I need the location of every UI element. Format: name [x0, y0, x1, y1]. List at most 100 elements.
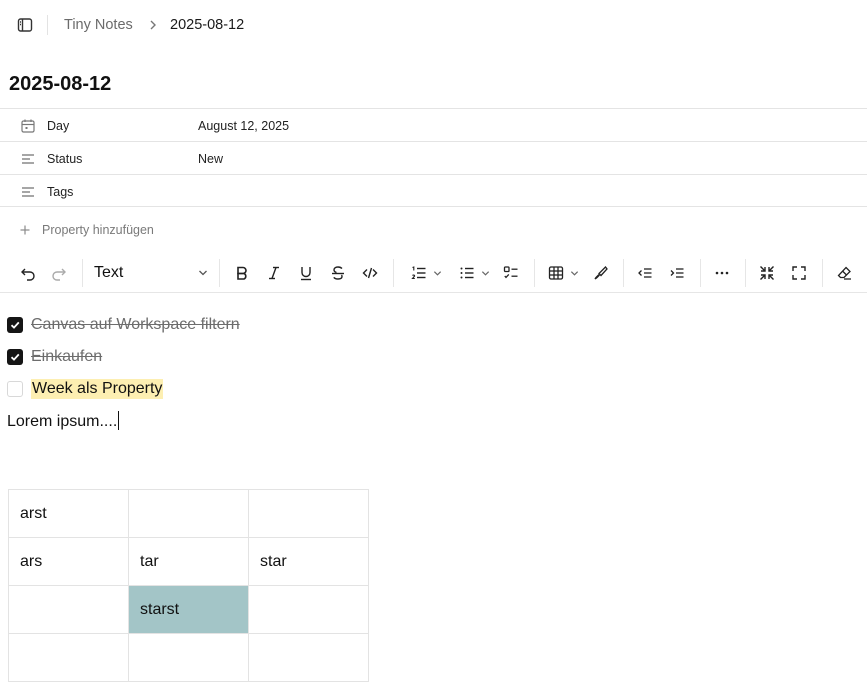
- table-button[interactable]: [545, 263, 581, 283]
- page-title[interactable]: 2025-08-12: [9, 72, 111, 96]
- indent-icon: [670, 268, 684, 278]
- chevron-down-icon: [433, 270, 441, 276]
- highlighter-button[interactable]: [591, 263, 611, 283]
- breadcrumb-current: 2025-08-12: [170, 17, 245, 33]
- paragraph-line[interactable]: Lorem ipsum....: [7, 411, 120, 432]
- table-cell[interactable]: [128, 633, 249, 682]
- table-cell[interactable]: [248, 585, 369, 634]
- table-cell[interactable]: arst: [8, 489, 129, 538]
- italic-icon: [269, 266, 279, 280]
- task-item: Canvas auf Workspace filtern: [7, 314, 240, 336]
- table-cell[interactable]: [248, 633, 369, 682]
- table-row: starst: [8, 585, 369, 634]
- property-label: Day: [47, 119, 70, 133]
- toolbar-divider: [700, 259, 701, 287]
- table-cell[interactable]: ars: [8, 537, 129, 586]
- calendar-icon: [21, 119, 35, 133]
- outdent-icon: [638, 268, 652, 278]
- bold-icon: [237, 266, 247, 280]
- strikethrough-button[interactable]: [328, 263, 348, 283]
- property-row-status[interactable]: Status New: [0, 141, 867, 174]
- table-cell[interactable]: [128, 489, 249, 538]
- clear-format-icon: [837, 266, 851, 280]
- plus-icon: [20, 225, 30, 235]
- undo-icon: [21, 268, 35, 281]
- undo-button[interactable]: [18, 263, 38, 283]
- bold-button[interactable]: [232, 263, 252, 283]
- property-label: Status: [47, 152, 83, 166]
- ordered-list-icon: [410, 266, 425, 280]
- task-checkbox-checked[interactable]: [7, 349, 23, 365]
- table-row: [8, 633, 369, 682]
- underline-icon: [301, 267, 311, 281]
- highlighter-icon: [594, 266, 608, 280]
- clear-format-button[interactable]: [834, 263, 854, 283]
- italic-button[interactable]: [264, 263, 284, 283]
- property-row-day[interactable]: Day August 12, 2025: [0, 108, 867, 141]
- property-label: Tags: [47, 185, 74, 199]
- add-property-button[interactable]: Property hinzufügen: [18, 221, 154, 239]
- property-row-tags[interactable]: Tags: [0, 174, 867, 207]
- bullet-list-button[interactable]: [454, 263, 494, 283]
- task-text-highlighted[interactable]: Week als Property: [31, 379, 164, 399]
- toolbar-divider: [623, 259, 624, 287]
- toolbar-divider: [82, 259, 83, 287]
- top-bar: Tiny Notes 2025-08-12: [0, 0, 867, 50]
- chevron-down-icon: [199, 270, 207, 276]
- content-table[interactable]: arst ars tar star starst: [8, 489, 369, 682]
- task-text[interactable]: Canvas auf Workspace filtern: [31, 315, 240, 335]
- code-icon: [362, 267, 378, 279]
- block-type-value: Text: [94, 264, 124, 281]
- task-text[interactable]: Einkaufen: [31, 347, 102, 367]
- underline-button[interactable]: [296, 263, 316, 283]
- table-cell[interactable]: tar: [128, 537, 249, 586]
- toolbar-divider: [219, 259, 220, 287]
- toolbar-divider: [745, 259, 746, 287]
- redo-icon: [52, 268, 66, 281]
- chevron-down-icon: [481, 270, 489, 276]
- topbar-divider: [47, 15, 48, 35]
- fullscreen-button[interactable]: [789, 263, 809, 283]
- paragraph-text: Lorem ipsum....: [7, 413, 118, 430]
- redo-button[interactable]: [49, 263, 69, 283]
- property-value[interactable]: August 12, 2025: [198, 119, 289, 133]
- collapse-button[interactable]: [757, 263, 777, 283]
- collapse-icon: [760, 266, 774, 280]
- strikethrough-icon: [332, 266, 344, 280]
- task-item: Einkaufen: [7, 346, 102, 368]
- indent-button[interactable]: [667, 263, 687, 283]
- task-list-icon: [503, 266, 518, 279]
- text-caret: [118, 411, 120, 430]
- chevron-right-icon: [150, 20, 156, 30]
- toolbar-divider: [534, 259, 535, 287]
- table-cell-selected[interactable]: starst: [128, 585, 249, 634]
- task-checkbox-checked[interactable]: [7, 317, 23, 333]
- property-value[interactable]: New: [198, 152, 223, 166]
- table-row: arst: [8, 489, 369, 538]
- sidebar-toggle-icon[interactable]: [15, 15, 35, 35]
- add-property-label: Property hinzufügen: [42, 223, 154, 237]
- table-cell[interactable]: [248, 489, 369, 538]
- table-row: ars tar star: [8, 537, 369, 586]
- outdent-button[interactable]: [635, 263, 655, 283]
- code-button[interactable]: [360, 263, 380, 283]
- text-lines-icon: [22, 187, 34, 197]
- editor-toolbar: Text: [0, 253, 867, 293]
- table-cell[interactable]: star: [248, 537, 369, 586]
- table-cell[interactable]: [8, 585, 129, 634]
- properties-panel: Day August 12, 2025 Status New Tags: [0, 108, 867, 207]
- block-type-select[interactable]: Text: [94, 262, 210, 284]
- chevron-down-icon: [570, 270, 578, 276]
- text-lines-icon: [22, 154, 34, 164]
- fullscreen-icon: [792, 266, 806, 280]
- more-icon: [715, 271, 729, 275]
- more-button[interactable]: [712, 263, 732, 283]
- editor-content[interactable]: Canvas auf Workspace filtern Einkaufen W…: [0, 294, 867, 690]
- breadcrumb-root[interactable]: Tiny Notes: [64, 16, 133, 34]
- task-checkbox-unchecked[interactable]: [7, 381, 23, 397]
- ordered-list-button[interactable]: [406, 263, 446, 283]
- task-list-button[interactable]: [501, 263, 521, 283]
- table-icon: [548, 266, 563, 280]
- bullet-list-icon: [460, 267, 473, 279]
- table-cell[interactable]: [8, 633, 129, 682]
